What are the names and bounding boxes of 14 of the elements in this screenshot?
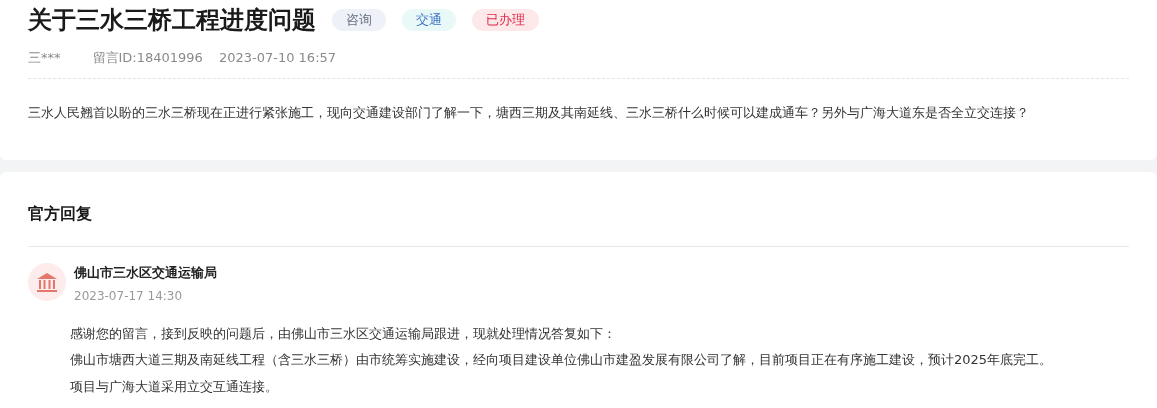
message-id: 留言ID:18401996: [92, 49, 203, 67]
reply-paragraph: 感谢您的留言，接到反映的问题后，由佛山市三水区交通运输局跟进，现就处理情况答复如下：: [70, 324, 617, 343]
department-name: 佛山市三水区交通运输局: [74, 264, 217, 282]
section-heading: 官方回复: [28, 172, 1129, 247]
tag: 交通: [402, 9, 456, 31]
reply-paragraph: 佛山市塘西大道三期及南延线工程（含三水三桥）由市统筹实施建设，经向项目建设单位佛山市建盈发展有限公司了解，目前项目正在有序施工建设，预计2025年底完工。: [70, 351, 1054, 369]
post-time: 2023-07-10 16:57: [218, 49, 337, 67]
tag: 已办理: [472, 9, 539, 31]
reply-paragraph: 项目与广海大道采用立交互通连接。: [70, 377, 279, 396]
question-title: 关于三水三桥工程进度问题: [28, 5, 316, 36]
tag: 咨询: [332, 9, 386, 31]
reply-time: 2023-07-17 14:30: [74, 287, 184, 305]
question-text: 三水人民翘首以盼的三水三桥现在正进行紧张施工，现向交通建设部门了解一下，塘西三期及其南延线、三水三桥什么时候可以建成通车？另外与广海大道东是否全立交连接？: [28, 103, 1030, 122]
author-name: 三***: [28, 49, 62, 67]
